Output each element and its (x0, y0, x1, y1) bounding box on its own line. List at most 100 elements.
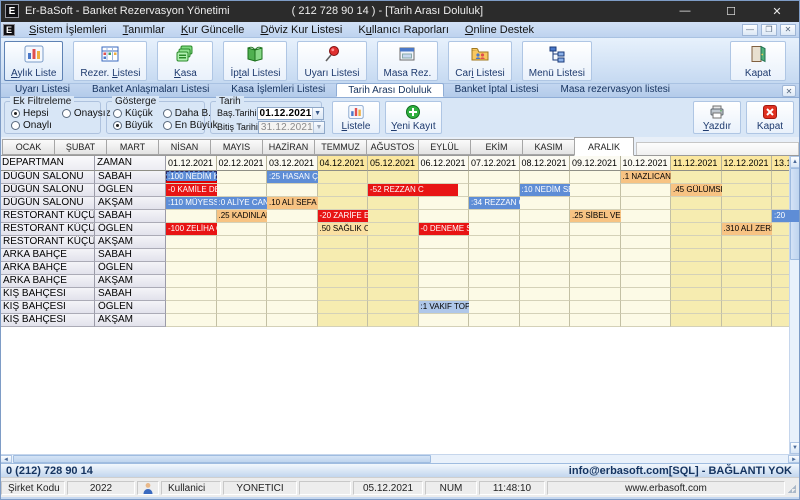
grid-cell[interactable] (570, 314, 621, 327)
grid-cell[interactable] (722, 184, 773, 197)
grid-cell[interactable] (217, 249, 268, 262)
grid-cell[interactable] (419, 314, 470, 327)
scroll-right-icon[interactable] (788, 455, 800, 463)
grid-cell[interactable]: :25 HASAN ÇA (267, 171, 318, 184)
grid-cell[interactable] (419, 171, 470, 184)
month-tab[interactable]: KASIM (522, 139, 574, 155)
grid-cell[interactable] (267, 314, 318, 327)
rezer-listesi-button[interactable]: Rezer. Listesi (73, 41, 147, 81)
grid-cell[interactable] (267, 236, 318, 249)
grid-cell[interactable] (419, 210, 470, 223)
reservation-block[interactable]: -0 DENEME Sİ (419, 223, 470, 235)
grid-cell[interactable]: :10 NEDİM SEZ (520, 184, 571, 197)
grid-cell[interactable] (217, 288, 268, 301)
mdi-close-button[interactable]: ✕ (780, 24, 796, 36)
reservation-block[interactable]: :20 (772, 210, 800, 222)
listele-button[interactable]: Listele (332, 101, 380, 134)
grid-cell[interactable] (469, 275, 520, 288)
start-date-input[interactable]: 01.12.2021 ▼ (257, 107, 324, 120)
grid-cell[interactable] (318, 184, 369, 197)
grid-cell[interactable] (318, 314, 369, 327)
menu-item[interactable]: Kur Güncelle (173, 24, 253, 36)
grid-cell[interactable] (621, 249, 672, 262)
grid-cell[interactable] (217, 223, 268, 236)
grid-cell[interactable] (671, 197, 722, 210)
kapat-button[interactable]: Kapat (746, 101, 794, 134)
grid-cell[interactable] (267, 223, 318, 236)
radio-option[interactable]: Onaysız (62, 108, 111, 119)
reservation-block[interactable]: .1 NAZLICAN D (621, 171, 672, 183)
grid-cell[interactable] (621, 197, 672, 210)
masa-rez--button[interactable]: Masa Rez. (377, 41, 439, 81)
radio-option[interactable]: Hepsi (11, 108, 52, 119)
reservation-block[interactable]: :25 HASAN ÇA (267, 171, 318, 183)
grid-cell[interactable] (469, 210, 520, 223)
grid-cell[interactable] (570, 171, 621, 184)
grid-cell[interactable] (318, 301, 369, 314)
reservation-block[interactable]: .45 GÜLÜMSER (671, 184, 722, 196)
grid-cell[interactable] (469, 236, 520, 249)
grid-cell[interactable] (570, 301, 621, 314)
minimize-button[interactable]: — (662, 5, 708, 17)
grid-cell[interactable] (469, 184, 520, 197)
grid-cell[interactable] (318, 249, 369, 262)
grid-cell[interactable] (469, 301, 520, 314)
grid-cell[interactable] (469, 171, 520, 184)
grid-cell[interactable] (318, 236, 369, 249)
yazdır-button[interactable]: Yazdır (693, 101, 741, 134)
month-tab[interactable]: EYLÜL (418, 139, 470, 155)
grid-cell[interactable] (368, 171, 419, 184)
month-tab[interactable]: TEMMUZ (314, 139, 366, 155)
grid-cell[interactable] (570, 249, 621, 262)
reservation-block[interactable]: -52 REZZAN C (368, 184, 458, 196)
grid-cell[interactable] (671, 210, 722, 223)
grid-cell[interactable] (671, 249, 722, 262)
grid-cell[interactable] (318, 171, 369, 184)
grid-cell[interactable] (722, 210, 773, 223)
radio-option[interactable]: Büyük (113, 120, 153, 131)
menu-item[interactable]: Sistem İşlemleri (21, 24, 115, 36)
grid-cell[interactable]: :100 NEDİM H (166, 171, 217, 184)
reservation-block[interactable]: :10 NEDİM SEZ (520, 184, 571, 196)
grid-cell[interactable] (469, 314, 520, 327)
grid-cell[interactable] (217, 262, 268, 275)
grid-cell[interactable] (217, 171, 268, 184)
grid-cell[interactable] (368, 236, 419, 249)
chevron-down-icon[interactable]: ▼ (312, 108, 323, 119)
grid-cell[interactable] (469, 262, 520, 275)
radio-option[interactable]: Küçük (113, 108, 153, 119)
grid-cell[interactable] (621, 288, 672, 301)
grid-cell[interactable] (722, 288, 773, 301)
menu-item[interactable]: Online Destek (457, 24, 542, 36)
radio-option[interactable]: Onaylı (11, 120, 52, 131)
grid-cell[interactable] (267, 262, 318, 275)
grid-cell[interactable]: .10 ALİ SEFA (267, 197, 318, 210)
vertical-scrollbar[interactable] (789, 156, 800, 454)
grid-cell[interactable] (419, 275, 470, 288)
uyarı-listesi-button[interactable]: Uyarı Listesi (297, 41, 366, 81)
scroll-up-icon[interactable] (790, 156, 800, 168)
grid-cell[interactable] (267, 288, 318, 301)
grid-cell[interactable] (520, 262, 571, 275)
grid-cell[interactable]: :1 VAKIF TOPL (419, 301, 470, 314)
grid-cell[interactable] (166, 236, 217, 249)
grid-cell[interactable] (520, 288, 571, 301)
grid-cell[interactable]: :0 ALİYE CAN (217, 197, 268, 210)
grid-cell[interactable] (722, 249, 773, 262)
grid-cell[interactable] (671, 275, 722, 288)
grid-cell[interactable] (722, 275, 773, 288)
grid-cell[interactable]: -100 ZELİHA Ç (166, 223, 217, 236)
month-tab[interactable]: MAYIS (210, 139, 262, 155)
grid-cell[interactable] (671, 262, 722, 275)
grid-cell[interactable] (570, 197, 621, 210)
kasa-button[interactable]: Kasa (157, 41, 213, 81)
month-tab[interactable]: NİSAN (158, 139, 210, 155)
month-tab[interactable]: EKİM (470, 139, 522, 155)
close-button[interactable]: ✕ (754, 5, 800, 18)
reservation-block[interactable]: -0 KAMİLE DE (166, 184, 217, 196)
grid-cell[interactable] (166, 301, 217, 314)
grid-cell[interactable] (166, 275, 217, 288)
grid-cell[interactable] (267, 210, 318, 223)
reservation-block[interactable]: :110 MÜYESSE (166, 197, 217, 209)
reservation-block[interactable]: .310 ALİ ZERR (722, 223, 773, 235)
